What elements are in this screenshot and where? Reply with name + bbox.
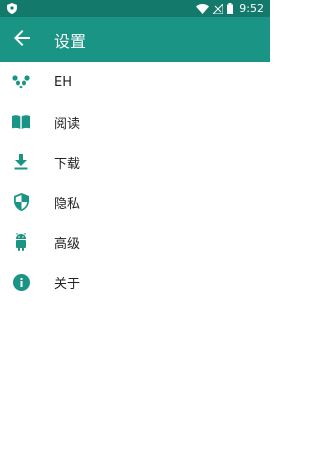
menu-item-read[interactable]: 阅读 bbox=[0, 102, 270, 142]
menu-item-label: 下载 bbox=[54, 156, 81, 172]
shield-icon bbox=[12, 193, 30, 211]
shield-notification-icon bbox=[7, 0, 17, 18]
battery-icon bbox=[227, 0, 234, 18]
menu-item-label: 隐私 bbox=[54, 196, 81, 212]
signal-icon bbox=[212, 0, 224, 18]
menu-item-advanced[interactable]: 高级 bbox=[0, 222, 270, 262]
book-icon bbox=[12, 113, 30, 131]
android-icon bbox=[12, 233, 30, 251]
download-icon bbox=[12, 153, 30, 171]
arrow-back-icon bbox=[14, 29, 30, 50]
info-icon bbox=[12, 273, 30, 291]
wifi-icon bbox=[196, 0, 210, 18]
menu-item-label: 阅读 bbox=[54, 116, 81, 132]
status-time: 9:52 bbox=[239, 2, 264, 15]
menu-item-label: EH bbox=[54, 74, 72, 90]
menu-item-label: 高级 bbox=[54, 236, 81, 252]
panda-icon bbox=[12, 73, 30, 91]
settings-menu: EH 阅读 下载 隐私 高级 关于 bbox=[0, 62, 270, 302]
menu-item-eh[interactable]: EH bbox=[0, 62, 270, 102]
menu-item-label: 关于 bbox=[54, 276, 81, 292]
page-title: 设置 bbox=[54, 31, 87, 51]
menu-item-about[interactable]: 关于 bbox=[0, 262, 270, 302]
status-bar: 9:52 bbox=[0, 0, 270, 17]
back-button[interactable] bbox=[7, 25, 37, 55]
app-bar: 设置 bbox=[0, 17, 270, 62]
menu-item-privacy[interactable]: 隐私 bbox=[0, 182, 270, 222]
menu-item-download[interactable]: 下载 bbox=[0, 142, 270, 182]
